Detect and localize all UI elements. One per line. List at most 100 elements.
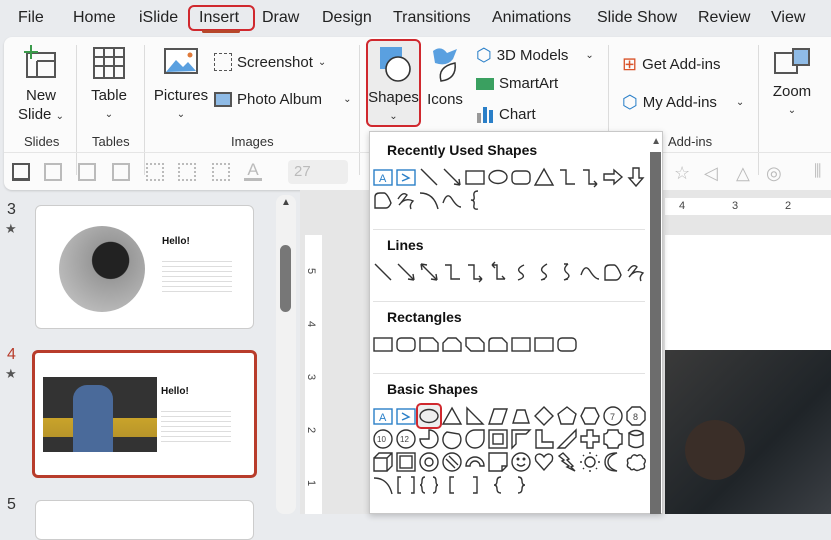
thumbnail-scrollbar[interactable]: ▲ [276,195,296,514]
shape-dblarrow-icon[interactable] [418,261,440,283]
shape-pentagon-icon[interactable] [556,405,578,427]
shape-halfframe-icon[interactable] [510,428,532,450]
shape-rbrace-icon[interactable] [510,474,532,496]
smartart-button[interactable]: SmartArt [476,75,558,92]
merge-shapes-icon[interactable]: ◎ [766,163,784,183]
new-slide-button[interactable]: New Slide ⌄ [16,45,66,126]
mirror-icon[interactable]: △ [736,163,754,183]
shape-plaque-icon[interactable] [602,428,624,450]
icons-button[interactable]: Icons [424,45,466,109]
shape-curveddbl-icon[interactable] [556,261,578,283]
shape-arrow-icon[interactable] [395,261,417,283]
shape-smiley-icon[interactable] [510,451,532,473]
pictures-button[interactable]: Pictures ⌄ [152,47,210,124]
shape-rect-icon[interactable] [533,333,555,355]
shape-curve-icon[interactable] [579,261,601,283]
shape-chord-icon[interactable] [441,428,463,450]
tab-transitions[interactable]: Transitions [393,9,471,27]
zoom-button[interactable]: Zoom ⌄ [768,47,816,120]
shape-curved-icon[interactable] [510,261,532,283]
photo-album-button[interactable]: Photo Album ⌄ [214,91,351,108]
shape-parallelogram-icon[interactable] [487,405,509,427]
tab-islide[interactable]: iSlide [139,9,178,27]
shape-curvedarrow-icon[interactable] [533,261,555,283]
shape-cloud-icon[interactable] [625,451,647,473]
shape-teardrop-icon[interactable] [464,428,486,450]
shape-heart-icon[interactable] [533,451,555,473]
shape-elbowdbl-icon[interactable] [487,261,509,283]
shape-rect-icon[interactable] [464,166,486,188]
shape-can-icon[interactable] [625,428,647,450]
scrollbar-thumb[interactable] [280,245,291,312]
scroll-up-icon[interactable]: ▲ [651,136,661,147]
shape-arc-icon[interactable] [418,189,440,211]
shape-lbrace-icon[interactable] [487,474,509,496]
shape-decagon-icon[interactable]: 10 [372,428,394,450]
shape-freeform-icon[interactable] [602,261,624,283]
shape-vtextbox-icon[interactable] [395,405,417,427]
shape-foldedcorner-icon[interactable] [487,451,509,473]
shape-freeform-icon[interactable] [372,189,394,211]
shape-rbracket-icon[interactable] [464,474,486,496]
shape-bevel-icon[interactable] [395,451,417,473]
shape-nosymbol-icon[interactable] [441,451,463,473]
shape-downarrow-icon[interactable] [625,166,647,188]
shape-triangle-icon[interactable] [533,166,555,188]
shape-donut-icon[interactable] [418,451,440,473]
slide-thumbnail[interactable]: Hello! [32,350,257,478]
font-size-input[interactable]: 27 [288,160,348,184]
shape-curve-icon[interactable] [441,189,463,211]
tab-home[interactable]: Home [73,9,116,27]
shape-brace-icon[interactable] [464,189,486,211]
shape-rect-icon[interactable] [372,333,394,355]
shape-trapezoid-icon[interactable] [510,405,532,427]
shape-cube-icon[interactable] [372,451,394,473]
shape-elbow-icon[interactable] [441,261,463,283]
shape-sun-icon[interactable] [579,451,601,473]
star-icon[interactable]: ☆ [674,163,692,183]
shape-arrow-icon[interactable] [441,166,463,188]
scroll-up-icon[interactable]: ▲ [281,197,291,208]
shape-rect-icon[interactable] [510,333,532,355]
shape-arc-icon[interactable] [372,474,394,496]
shape-roundrect-icon[interactable] [395,333,417,355]
regroup-icon[interactable] [212,163,230,181]
shape-snipdiag-icon[interactable] [464,333,486,355]
shape-lbracket-icon[interactable] [441,474,463,496]
table-button[interactable]: Table ⌄ [86,45,132,124]
shape-heptagon-icon[interactable]: 7 [602,405,624,427]
shape-triangle-icon[interactable] [441,405,463,427]
shape-roundrect-icon[interactable] [556,333,578,355]
tab-design[interactable]: Design [322,9,372,27]
screenshot-button[interactable]: Screenshot ⌄ [214,53,326,71]
tab-draw[interactable]: Draw [262,9,299,27]
send-backward-icon[interactable] [78,163,96,181]
shape-elbow-icon[interactable] [556,166,578,188]
shape-moon-icon[interactable] [602,451,624,473]
shape-elbowarrow-icon[interactable] [464,261,486,283]
shape-vtextbox-icon[interactable] [395,166,417,188]
shape-hexagon-icon[interactable] [579,405,601,427]
shape-brackets-icon[interactable] [395,474,417,496]
shape-diagstripe-icon[interactable] [556,428,578,450]
shape-braces-icon[interactable] [418,474,440,496]
shape-ellipse-icon[interactable] [487,166,509,188]
tab-animations[interactable]: Animations [492,9,571,27]
tab-insert[interactable]: Insert [199,9,239,27]
shape-diamond-icon[interactable] [533,405,555,427]
dropdown-scrollbar[interactable] [650,152,661,514]
shape-textbox-icon[interactable]: A [372,166,394,188]
shape-elbowarrow-icon[interactable] [579,166,601,188]
tab-slide-show[interactable]: Slide Show [597,9,677,27]
flip-icon[interactable]: ◁ [704,163,722,183]
3d-models-button[interactable]: ⬡ 3D Models ⌄ [476,45,594,66]
ungroup-icon[interactable] [178,163,196,181]
shape-frame-icon[interactable] [487,428,509,450]
shape-octagon-icon[interactable]: 8 [625,405,647,427]
tab-review[interactable]: Review [698,9,750,27]
bring-forward-icon[interactable] [44,163,62,181]
chart-button[interactable]: Chart [476,105,536,123]
my-add-ins-button[interactable]: ⬡ My Add-ins ⌄ [622,92,744,113]
tab-file[interactable]: File [18,9,44,27]
shape-blockarc-icon[interactable] [464,451,486,473]
